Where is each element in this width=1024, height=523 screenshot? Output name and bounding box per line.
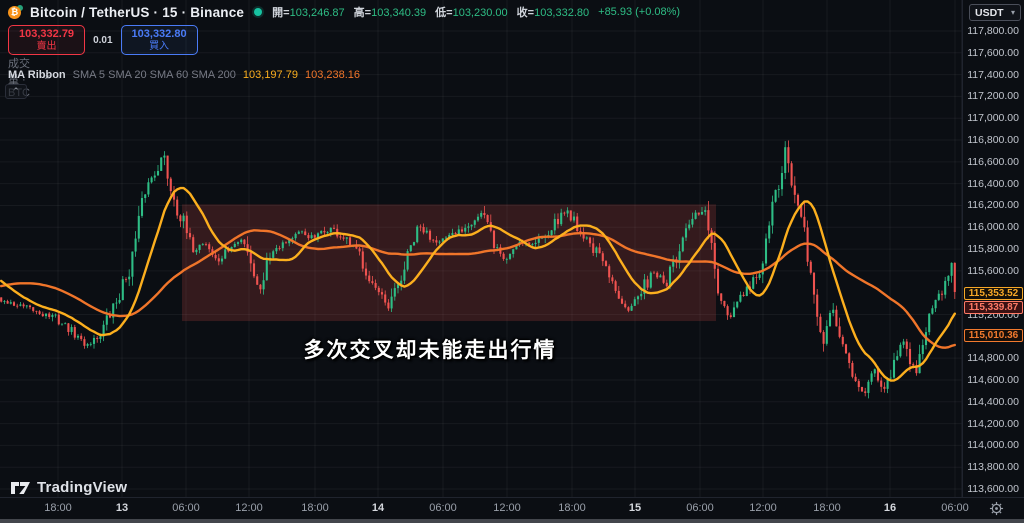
ma-fast-label: 115,353.52 — [964, 287, 1023, 300]
time-tick-label: 06:00 — [429, 502, 457, 514]
ma-ribbon-row[interactable]: MA Ribbon SMA 5 SMA 20 SMA 60 SMA 200 10… — [8, 69, 360, 81]
market-open-status-icon — [254, 8, 262, 16]
tradingview-logo-text: TradingView — [37, 479, 127, 496]
time-tick-label: 06:00 — [172, 502, 200, 514]
price-tick-label: 117,400.00 — [967, 69, 1019, 81]
change-value: +85.93 (+0.08%) — [598, 6, 680, 18]
chart-annotation-text: 多次交叉却未能走出行情 — [304, 334, 557, 364]
ma-slow-label: 115,010.36 — [964, 329, 1023, 342]
time-tick-label: 06:00 — [941, 502, 969, 514]
time-tick-label: 06:00 — [686, 502, 714, 514]
price-tick-label: 116,800.00 — [967, 134, 1019, 146]
price-tick-label: 117,600.00 — [967, 47, 1019, 59]
time-axis[interactable]: 18:00 13 06:00 12:00 18:00 14 06:00 12:00 18:00 1… — [0, 497, 1024, 519]
tradingview-chart-window: 多次交叉却未能走出行情 ₿ Bitcoin / TetherUS · 15 · … — [0, 0, 1024, 523]
indicator-params: SMA 5 SMA 20 SMA 60 SMA 200 — [73, 69, 236, 81]
price-tick-label: 116,600.00 — [967, 156, 1019, 168]
open-value: 103,246.87 — [290, 7, 345, 19]
close-label: 收= — [517, 7, 534, 19]
indicator-name: MA Ribbon — [8, 69, 66, 81]
time-tick-label: 12:00 — [235, 502, 263, 514]
time-tick-label: 12:00 — [493, 502, 521, 514]
spread-value: 0.01 — [93, 35, 112, 46]
close-value: 103,332.80 — [534, 7, 589, 19]
currency-dropdown[interactable]: USDT ▾ — [969, 4, 1021, 21]
price-tick-label: 113,800.00 — [967, 461, 1019, 473]
settings-gear-icon[interactable] — [989, 501, 1004, 516]
time-tick-label: 14 — [372, 502, 384, 514]
price-tick-label: 115,600.00 — [967, 265, 1019, 277]
bitcoin-icon: ₿ — [8, 6, 21, 19]
time-tick-label: 16 — [884, 502, 896, 514]
open-label: 開= — [272, 7, 289, 19]
price-tick-label: 116,000.00 — [967, 221, 1019, 233]
price-tick-label: 114,600.00 — [967, 374, 1019, 386]
sell-button[interactable]: 103,332.79 賣出 — [8, 25, 85, 55]
price-axis[interactable]: USDT ▾ 117,800.00 117,600.00 117,400.00 117… — [962, 0, 1024, 497]
last-price-label: 115,339.87 — [964, 301, 1023, 314]
time-tick-label: 15 — [629, 502, 641, 514]
time-tick-label: 18:00 — [558, 502, 586, 514]
price-tick-label: 116,200.00 — [967, 199, 1019, 211]
price-tick-label: 117,800.00 — [967, 25, 1019, 37]
ohlc-readout: 開=103,246.87 高=103,340.39 低=103,230.00 收… — [272, 4, 680, 20]
high-value: 103,340.39 — [371, 7, 426, 19]
currency-label: USDT — [975, 7, 1004, 19]
price-tick-label: 113,600.00 — [967, 483, 1019, 495]
price-tick-label: 114,400.00 — [967, 396, 1019, 408]
time-tick-label: 13 — [116, 502, 128, 514]
buy-button[interactable]: 103,332.80 買入 — [121, 25, 198, 55]
symbol-title[interactable]: Bitcoin / TetherUS · 15 · Binance — [30, 5, 244, 20]
window-bottom-edge — [0, 519, 1024, 523]
tradingview-logo[interactable]: TradingView — [10, 479, 127, 496]
time-tick-label: 12:00 — [749, 502, 777, 514]
price-tick-label: 114,000.00 — [967, 439, 1019, 451]
time-tick-label: 18:00 — [44, 502, 72, 514]
time-tick-label: 18:00 — [813, 502, 841, 514]
chevron-down-icon: ▾ — [1011, 8, 1015, 17]
price-tick-label: 114,200.00 — [967, 418, 1019, 430]
price-tick-label: 117,200.00 — [967, 90, 1019, 102]
low-label: 低= — [435, 7, 452, 19]
sell-price: 103,332.79 — [19, 28, 74, 41]
high-label: 高= — [354, 7, 371, 19]
sell-label: 賣出 — [19, 41, 74, 53]
ma-fast-value: 103,197.79 — [243, 69, 298, 81]
btc-usdt-pair-icon: ₿ — [8, 4, 24, 20]
low-value: 103,230.00 — [453, 7, 508, 19]
price-tick-label: 114,800.00 — [967, 352, 1019, 364]
collapse-legend-button[interactable]: ⌃ — [5, 84, 27, 99]
buy-price: 103,332.80 — [132, 28, 187, 41]
tradingview-logo-icon — [10, 480, 31, 496]
ma-slow-value: 103,238.16 — [305, 69, 360, 81]
price-tick-label: 115,800.00 — [967, 243, 1019, 255]
buy-label: 買入 — [132, 41, 187, 53]
price-tick-label: 116,400.00 — [967, 178, 1019, 190]
price-tick-label: 117,000.00 — [967, 112, 1019, 124]
time-tick-label: 18:00 — [301, 502, 329, 514]
